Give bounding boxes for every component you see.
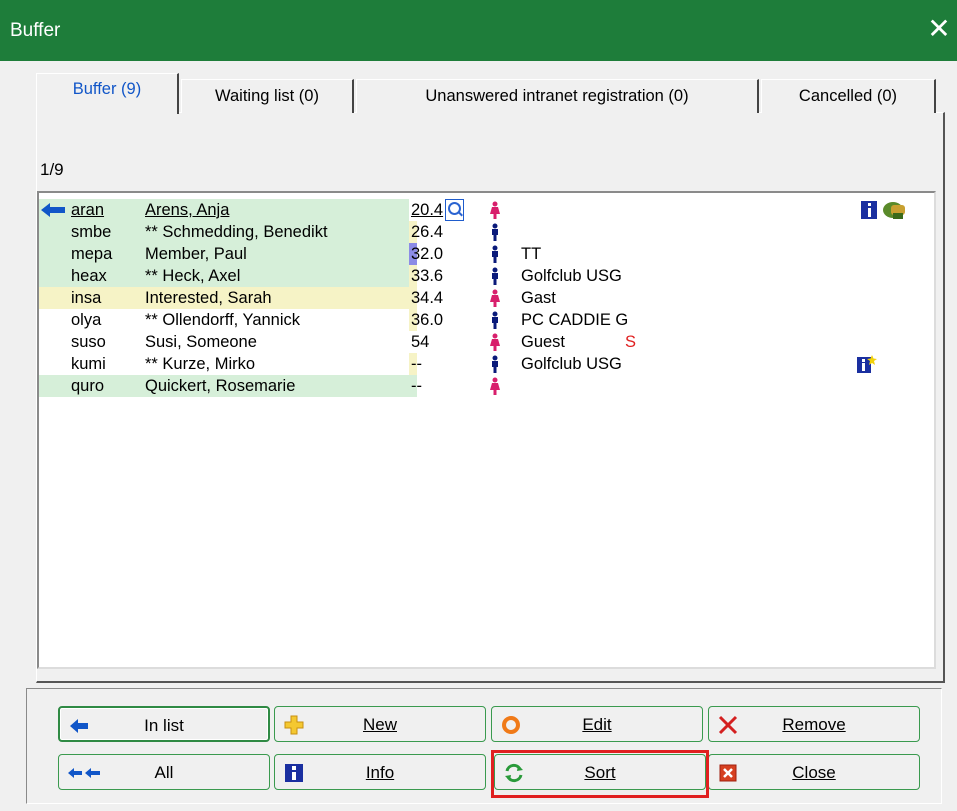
row-club: Golfclub USG — [521, 267, 622, 285]
close-label: Close — [792, 763, 836, 782]
list-row[interactable]: kumi ** Kurze, Mirko -- Golfclub USG — [39, 353, 934, 375]
female-icon — [490, 201, 500, 219]
row-handicap: 26.4 — [411, 223, 444, 241]
in-list-button[interactable]: In list — [58, 706, 270, 742]
male-icon — [492, 355, 498, 373]
row-code: aran — [71, 201, 105, 219]
window-title: Buffer — [10, 20, 61, 41]
row-club: PC CADDIE G — [521, 311, 629, 329]
row-name: Arens, Anja — [145, 201, 230, 219]
list-row[interactable]: insa Interested, Sarah 34.4 Gast — [39, 287, 934, 309]
row-name: Member, Paul — [145, 245, 247, 263]
male-icon — [492, 311, 498, 329]
male-icon — [492, 267, 498, 285]
row-club: TT — [521, 245, 542, 263]
row-name: Interested, Sarah — [145, 289, 272, 307]
female-icon — [490, 333, 500, 351]
list-row[interactable]: quro Quickert, Rosemarie -- — [39, 375, 934, 397]
info-button[interactable]: Info — [274, 754, 486, 790]
edit-button[interactable]: Edit — [491, 706, 703, 742]
remove-button[interactable]: Remove — [708, 706, 920, 742]
buffer-list[interactable]: aran Arens, Anja 20.4 smbe ** Schmedding… — [37, 191, 936, 669]
row-handicap: -- — [411, 377, 422, 395]
male-icon — [492, 245, 498, 263]
info-new-icon — [857, 355, 877, 373]
female-icon — [490, 377, 500, 395]
info-label: Info — [365, 763, 395, 782]
row-handicap: 32.0 — [411, 245, 444, 263]
all-button[interactable]: All — [58, 754, 270, 790]
close-icon[interactable]: ✕ — [924, 14, 954, 44]
sort-button[interactable]: Sort — [494, 754, 706, 790]
row-code: insa — [71, 289, 102, 307]
tab-unanswered-intranet-registration[interactable]: Unanswered intranet registration (0) — [356, 79, 759, 113]
row-club: Golfclub USG — [521, 355, 622, 373]
row-name: ** Kurze, Mirko — [145, 355, 256, 373]
record-counter: 1/9 — [40, 160, 64, 179]
row-handicap: 36.0 — [411, 311, 444, 329]
sort-label: Sort — [584, 763, 616, 782]
list-row[interactable]: olya ** Ollendorff, Yannick 36.0 PC CADD… — [39, 309, 934, 331]
row-code: kumi — [71, 355, 106, 373]
title-bar: Buffer ✕ — [0, 0, 957, 61]
row-name: Susi, Someone — [145, 333, 257, 351]
row-code: olya — [71, 311, 102, 329]
all-label: All — [154, 763, 174, 782]
row-code: smbe — [71, 223, 112, 241]
list-row[interactable]: heax ** Heck, Axel 33.6 Golfclub USG — [39, 265, 934, 287]
tab-buffer[interactable]: Buffer (9) — [36, 73, 179, 114]
row-name: ** Heck, Axel — [145, 267, 241, 285]
row-name: Quickert, Rosemarie — [145, 377, 296, 395]
search-icon[interactable] — [445, 199, 464, 221]
row-flag: S — [625, 333, 637, 351]
new-label: New — [362, 715, 397, 734]
info-icon — [861, 201, 877, 219]
list-row[interactable]: smbe ** Schmedding, Benedikt 26.4 — [39, 221, 934, 243]
list-row-selected[interactable]: aran Arens, Anja 20.4 — [39, 199, 934, 221]
row-name: ** Schmedding, Benedikt — [145, 223, 328, 241]
row-handicap: 20.4 — [411, 201, 444, 219]
edit-label: Edit — [582, 715, 612, 734]
row-code: heax — [71, 267, 107, 285]
female-icon — [490, 289, 500, 307]
male-icon — [492, 223, 498, 241]
list-row[interactable]: suso Susi, Someone 54 Guest S — [39, 331, 934, 353]
close-button[interactable]: Close — [708, 754, 920, 790]
remove-label: Remove — [782, 715, 846, 734]
tab-waiting-list[interactable]: Waiting list (0) — [181, 79, 354, 113]
row-name: ** Ollendorff, Yannick — [145, 311, 301, 329]
in-list-label: In list — [144, 716, 184, 735]
row-code: quro — [71, 377, 105, 395]
list-row[interactable]: mepa Member, Paul 32.0 TT — [39, 243, 934, 265]
row-club: Guest — [521, 333, 566, 351]
row-handicap: 33.6 — [411, 267, 444, 285]
row-code: suso — [71, 333, 106, 351]
tab-cancelled[interactable]: Cancelled (0) — [761, 79, 936, 113]
row-handicap: -- — [411, 355, 422, 373]
row-handicap: 54 — [411, 333, 430, 351]
new-button[interactable]: New — [274, 706, 486, 742]
row-club: Gast — [521, 289, 556, 307]
row-handicap: 34.4 — [411, 289, 444, 307]
golf-bag-icon — [883, 202, 905, 219]
arrow-left-icon — [41, 203, 65, 217]
row-code: mepa — [71, 245, 113, 263]
